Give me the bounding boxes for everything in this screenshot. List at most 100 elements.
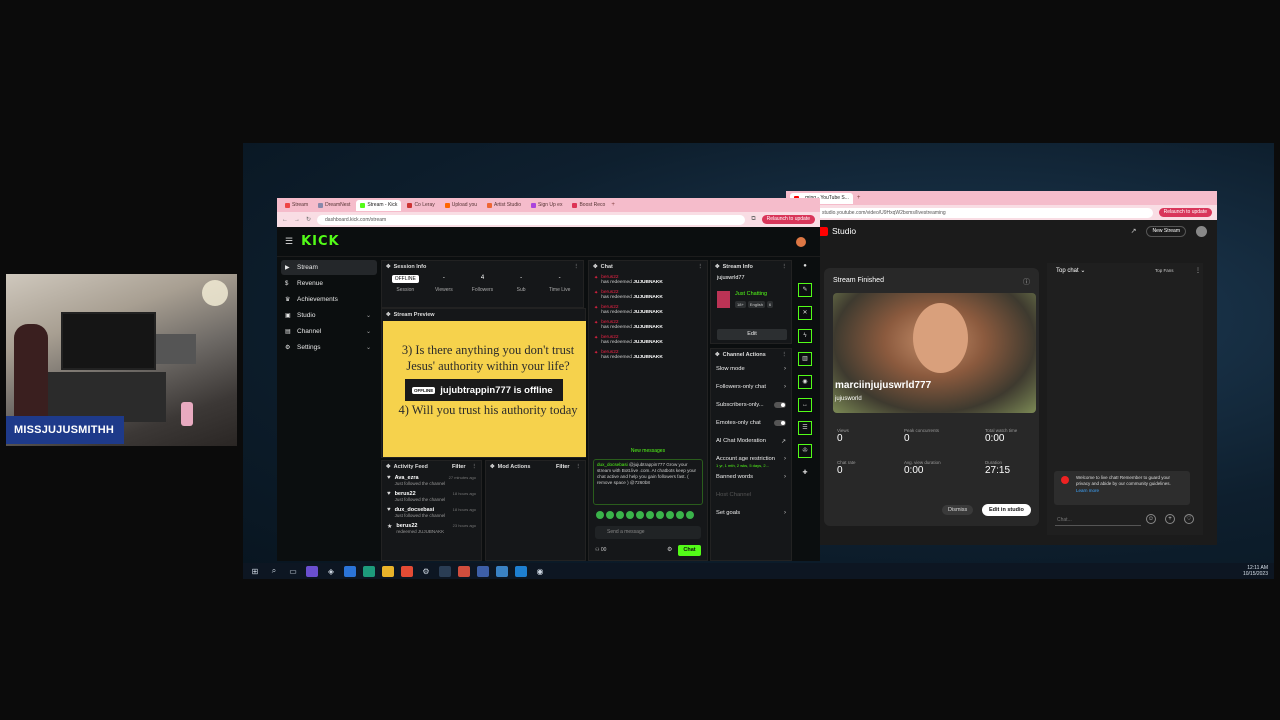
back-icon[interactable]: ← (282, 217, 288, 223)
sidebar-item-achievements[interactable]: ♛ Achievements (281, 292, 377, 307)
kick-url-field[interactable]: dashboard.kick.com/stream (317, 214, 746, 225)
sidebar-item-channel[interactable]: ▤ Channel ⌄ (281, 324, 377, 339)
emoji-icon[interactable]: ☺ (1146, 514, 1156, 524)
new-stream-button[interactable]: New Stream (1146, 225, 1186, 237)
info-icon[interactable]: ● (798, 260, 812, 274)
mail-icon[interactable] (344, 565, 356, 577)
edge-icon[interactable] (363, 565, 375, 577)
emote-icon[interactable] (636, 511, 644, 519)
tab-4[interactable]: Upload you (441, 200, 481, 211)
emote-icon[interactable] (616, 511, 624, 519)
app-icon[interactable] (439, 565, 451, 577)
wrench-icon[interactable]: ✇ (798, 444, 812, 458)
more-icon[interactable]: ⋮ (782, 352, 788, 358)
app-icon[interactable] (306, 565, 318, 577)
sidebar-item-studio[interactable]: ▣ Studio ⌄ (281, 308, 377, 323)
slow-mode-item[interactable]: Slow mode › (711, 360, 791, 378)
more-icon[interactable]: ⋮ (576, 464, 582, 470)
task-view-icon[interactable]: ▭ (287, 566, 299, 577)
subscribers-only-toggle[interactable] (774, 402, 786, 408)
drag-icon[interactable]: ✥ (386, 264, 391, 270)
heart-icon[interactable]: ♡ (1184, 514, 1194, 524)
drag-icon[interactable]: ✥ (386, 464, 391, 470)
more-icon[interactable]: ⋮ (472, 464, 478, 470)
emote-icon[interactable] (606, 511, 614, 519)
more-icon[interactable]: ⋮ (574, 264, 580, 270)
yt-avatar[interactable] (1196, 225, 1207, 237)
yt-url-field[interactable]: studio.youtube.com/video/U9HxqW2bxms/liv… (814, 207, 1153, 218)
close-icon[interactable]: ✕ (798, 306, 812, 320)
tab-2[interactable]: Stream - Kick (356, 199, 402, 211)
chat-send-button[interactable]: Chat (678, 545, 701, 556)
top-fans-button[interactable]: Top Fans (1155, 268, 1174, 273)
tab-5[interactable]: Artist Studio (483, 200, 525, 211)
edit-stream-info-button[interactable]: Edit (717, 329, 787, 340)
followers-only-item[interactable]: Followers-only chat › (711, 378, 791, 396)
extensions-icon[interactable]: ⧉ (751, 216, 755, 223)
more-icon[interactable]: ⋮ (782, 264, 788, 270)
reload-icon[interactable]: ↻ (306, 216, 311, 223)
emote-icon[interactable] (676, 511, 684, 519)
share-icon[interactable]: ↗ (1131, 227, 1137, 235)
yt-update-button[interactable]: Relaunch to update (1158, 208, 1212, 217)
ai-moderation-item[interactable]: AI Chat Moderation ↗ (711, 432, 791, 450)
search-icon[interactable]: ⌕ (268, 566, 280, 577)
expand-icon[interactable]: ↔ (798, 398, 812, 412)
taskbar-clock[interactable]: 12:11 AM 10/15/2023 (1243, 565, 1268, 577)
tab-1[interactable]: DreamNest (314, 200, 354, 211)
tab-0[interactable]: Stream (281, 200, 312, 211)
new-tab-icon[interactable]: + (857, 195, 861, 201)
app-icon[interactable] (496, 565, 508, 577)
drag-icon[interactable]: ✥ (386, 312, 391, 318)
drag-icon[interactable]: ✥ (490, 464, 495, 470)
super-chat-icon[interactable]: + (1165, 514, 1175, 524)
trash-icon[interactable]: ▥ (798, 352, 812, 366)
app-icon[interactable] (477, 565, 489, 577)
filter-button[interactable]: Filter (556, 464, 569, 470)
add-action-icon[interactable]: ✚ (798, 467, 812, 481)
top-chat-dropdown[interactable]: Top chat ⌄ (1056, 267, 1085, 274)
drag-icon[interactable]: ✥ (715, 352, 720, 358)
drag-icon[interactable]: ✥ (593, 264, 598, 270)
emote-icon[interactable] (646, 511, 654, 519)
windows-start-icon[interactable]: ⊞ (249, 566, 261, 577)
banned-words-item[interactable]: Banned words › (711, 468, 791, 486)
new-tab-icon[interactable]: + (611, 202, 615, 208)
more-icon[interactable]: ⋮ (1195, 267, 1201, 274)
obs-icon[interactable]: ◉ (534, 566, 546, 577)
kick-logo[interactable]: KICK (301, 234, 340, 249)
chat-input[interactable]: Send a message (595, 526, 701, 539)
dismiss-button[interactable]: Dismiss (942, 505, 974, 515)
learn-more-link[interactable]: Learn more (1076, 488, 1184, 494)
info-icon[interactable]: ⓘ (1023, 277, 1030, 287)
filter-button[interactable]: Filter (452, 464, 465, 470)
sidebar-item-revenue[interactable]: $ Revenue (281, 276, 377, 291)
user-avatar[interactable] (796, 236, 806, 247)
pencil-icon[interactable]: ✎ (798, 283, 812, 297)
emote-icon[interactable] (656, 511, 664, 519)
app-icon[interactable] (515, 565, 527, 577)
tab-7[interactable]: Boost Reco (568, 200, 609, 211)
tab-6[interactable]: Sign Up ex (527, 200, 566, 211)
more-icon[interactable]: ⋮ (698, 264, 704, 270)
emote-icon[interactable] (666, 511, 674, 519)
bolt-icon[interactable]: ϟ (798, 329, 812, 343)
new-messages-divider[interactable]: New messages (593, 448, 703, 454)
stream-category[interactable]: Just Chatting (735, 291, 767, 297)
store-icon[interactable]: ◈ (325, 566, 337, 577)
gear-icon[interactable]: ⚙ (420, 566, 432, 577)
emote-icon[interactable] (596, 511, 604, 519)
edit-in-studio-button[interactable]: Edit in studio (982, 504, 1031, 516)
chrome-icon[interactable] (401, 565, 413, 577)
chat-user[interactable]: dux_docsebasi (597, 462, 628, 467)
emotes-only-toggle[interactable] (774, 420, 786, 426)
emote-icon[interactable] (686, 511, 694, 519)
emote-icon[interactable] (626, 511, 634, 519)
host-channel-item[interactable]: Host Channel (711, 486, 791, 504)
set-goals-item[interactable]: Set goals › (711, 504, 791, 522)
gear-icon[interactable]: ⚙ (667, 546, 672, 553)
chat-bubble-icon[interactable]: ◉ (798, 375, 812, 389)
tab-3[interactable]: Co Leray (403, 200, 438, 211)
forward-icon[interactable]: → (294, 217, 300, 223)
layers-icon[interactable]: ☰ (798, 421, 812, 435)
